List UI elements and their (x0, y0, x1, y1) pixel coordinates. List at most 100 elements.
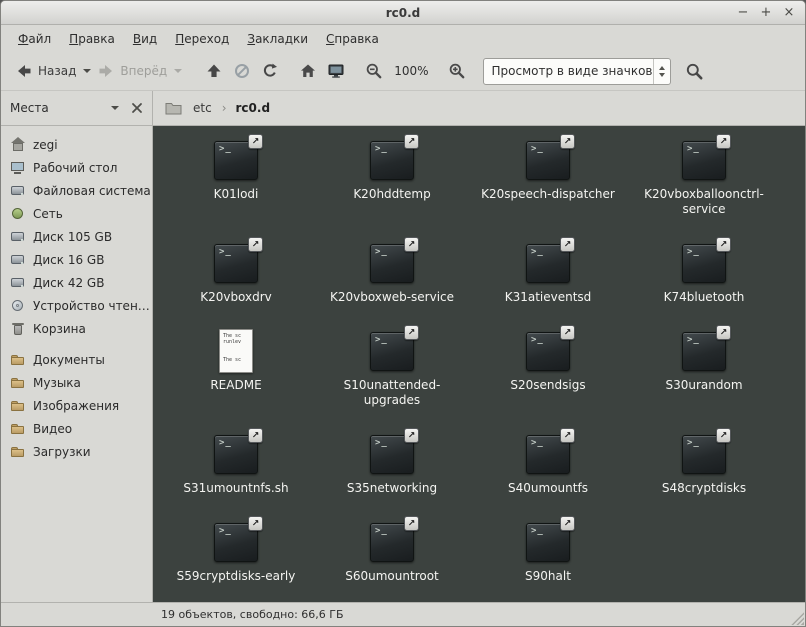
desktop-button[interactable] (322, 57, 350, 85)
path-segment[interactable]: etc (188, 99, 217, 117)
sidebar-item[interactable]: Диск 42 GB (1, 271, 152, 294)
file-icon (368, 428, 419, 476)
file-item[interactable]: S40umountfs (470, 428, 626, 520)
file-name: S40umountfs (508, 481, 588, 495)
stop-button[interactable] (228, 57, 256, 85)
folder-icon (10, 375, 26, 391)
places-dropdown-icon[interactable] (111, 106, 119, 110)
back-button[interactable]: Назад (11, 57, 80, 85)
file-name: K20vboxdrv (200, 290, 272, 304)
sidebar-item[interactable]: Документы (1, 348, 152, 371)
file-item[interactable]: K01lodi (158, 134, 314, 241)
file-item[interactable]: S48cryptdisks (626, 428, 782, 520)
file-name: K74bluetooth (663, 290, 745, 304)
sidebar-item-label: Диск 105 GB (33, 229, 113, 244)
file-item[interactable]: K74bluetooth (626, 237, 782, 329)
file-icon (680, 428, 731, 476)
file-name: S90halt (525, 569, 571, 583)
file-icon (212, 428, 263, 476)
sidebar-item[interactable]: Файловая система (1, 179, 152, 202)
close-button[interactable]: × (779, 4, 799, 22)
file-item[interactable]: S20sendsigs (470, 325, 626, 432)
up-button[interactable] (200, 57, 228, 85)
sidebar-item-label: Сеть (33, 206, 63, 221)
forward-icon (99, 65, 113, 77)
file-item[interactable]: S30urandom (626, 325, 782, 432)
folder-icon (165, 103, 182, 115)
symlink-emblem-icon (560, 325, 575, 340)
places-sidebar: zegi Рабочий стол Файловая система Сеть … (1, 126, 153, 602)
file-icon (680, 237, 731, 285)
file-name: S35networking (346, 481, 438, 495)
desktop-icon (328, 64, 344, 78)
file-icon (212, 516, 263, 564)
toolbar: Назад Вперёд 100% Просмотр в виде значко… (1, 52, 805, 91)
sidebar-item[interactable]: Диск 105 GB (1, 225, 152, 248)
file-item[interactable]: S90halt (470, 516, 626, 602)
sidebar-item[interactable]: zegi (1, 133, 152, 156)
file-item[interactable]: K20hddtemp (314, 134, 470, 241)
up-icon (207, 64, 221, 77)
menu-item[interactable]: Вид (124, 28, 166, 50)
spin-down-icon (658, 72, 665, 77)
sidebar-item-label: Видео (33, 421, 73, 436)
forward-history-dropdown[interactable] (171, 57, 184, 85)
sidebar-item[interactable]: Изображения (1, 394, 152, 417)
file-icon (368, 134, 419, 182)
titlebar[interactable]: rc0.d − + × (1, 1, 805, 25)
forward-button[interactable]: Вперёд (93, 57, 171, 85)
view-mode-spinner[interactable] (652, 58, 670, 84)
file-item[interactable]: S35networking (314, 428, 470, 520)
symlink-emblem-icon (560, 237, 575, 252)
reload-button[interactable] (256, 57, 284, 85)
maximize-button[interactable]: + (756, 4, 776, 22)
symlink-emblem-icon (248, 134, 263, 149)
file-item[interactable]: K31atieventsd (470, 237, 626, 329)
menu-item[interactable]: Переход (166, 28, 238, 50)
search-button[interactable] (681, 57, 709, 85)
reload-icon (264, 63, 278, 77)
file-icon (524, 516, 575, 564)
close-sidebar-icon[interactable] (131, 102, 143, 114)
filesystem-icon (10, 183, 26, 199)
sidebar-item[interactable]: Загрузки (1, 440, 152, 463)
chevron-down-icon (173, 69, 182, 73)
zoom-out-button[interactable] (360, 57, 388, 85)
sidebar-header: Места (1, 91, 153, 125)
file-item[interactable]: K20vboxballoonctrl-service (626, 134, 782, 241)
sidebar-item[interactable]: Музыка (1, 371, 152, 394)
menu-item[interactable]: Закладки (238, 28, 317, 50)
view-mode-value: Просмотр в виде значков (491, 64, 653, 78)
zoom-in-button[interactable] (443, 57, 471, 85)
menu-item[interactable]: Файл (9, 28, 60, 50)
sidebar-item[interactable]: Диск 16 GB (1, 248, 152, 271)
file-item[interactable]: The sc runlev The sc README (158, 329, 314, 432)
file-item[interactable]: K20speech-dispatcher (470, 134, 626, 241)
sidebar-item-label: Рабочий стол (33, 160, 118, 175)
file-item[interactable]: S59cryptdisks-early (158, 516, 314, 602)
menu-item[interactable]: Справка (317, 28, 388, 50)
view-mode-select[interactable]: Просмотр в виде значков (482, 57, 671, 85)
minimize-button[interactable]: − (733, 4, 753, 22)
menu-item[interactable]: Правка (60, 28, 124, 50)
menubar: Файл Правка Вид Переход Закладки Справка (1, 25, 805, 52)
sidebar-item-label: Диск 16 GB (33, 252, 105, 267)
sidebar-item[interactable]: Корзина (1, 317, 152, 340)
file-item[interactable]: S31umountnfs.sh (158, 428, 314, 520)
file-item[interactable]: S10unattended-upgrades (314, 325, 470, 432)
file-item[interactable]: K20vboxweb-service (314, 237, 470, 329)
back-history-dropdown[interactable] (80, 57, 93, 85)
sidebar-item[interactable]: Видео (1, 417, 152, 440)
file-item[interactable]: S60umountroot (314, 516, 470, 602)
path-segment[interactable]: rc0.d (217, 99, 275, 117)
file-icon (680, 325, 731, 373)
chevron-down-icon (82, 69, 91, 73)
resize-grip[interactable] (790, 611, 804, 625)
sidebar-item-label: Загрузки (33, 444, 91, 459)
sidebar-item[interactable]: Сеть (1, 202, 152, 225)
home-button[interactable] (294, 57, 322, 85)
sidebar-item[interactable]: Рабочий стол (1, 156, 152, 179)
pathbar: etcrc0.d (153, 91, 805, 125)
file-item[interactable]: K20vboxdrv (158, 237, 314, 329)
sidebar-item[interactable]: Устройство чтен… (1, 294, 152, 317)
